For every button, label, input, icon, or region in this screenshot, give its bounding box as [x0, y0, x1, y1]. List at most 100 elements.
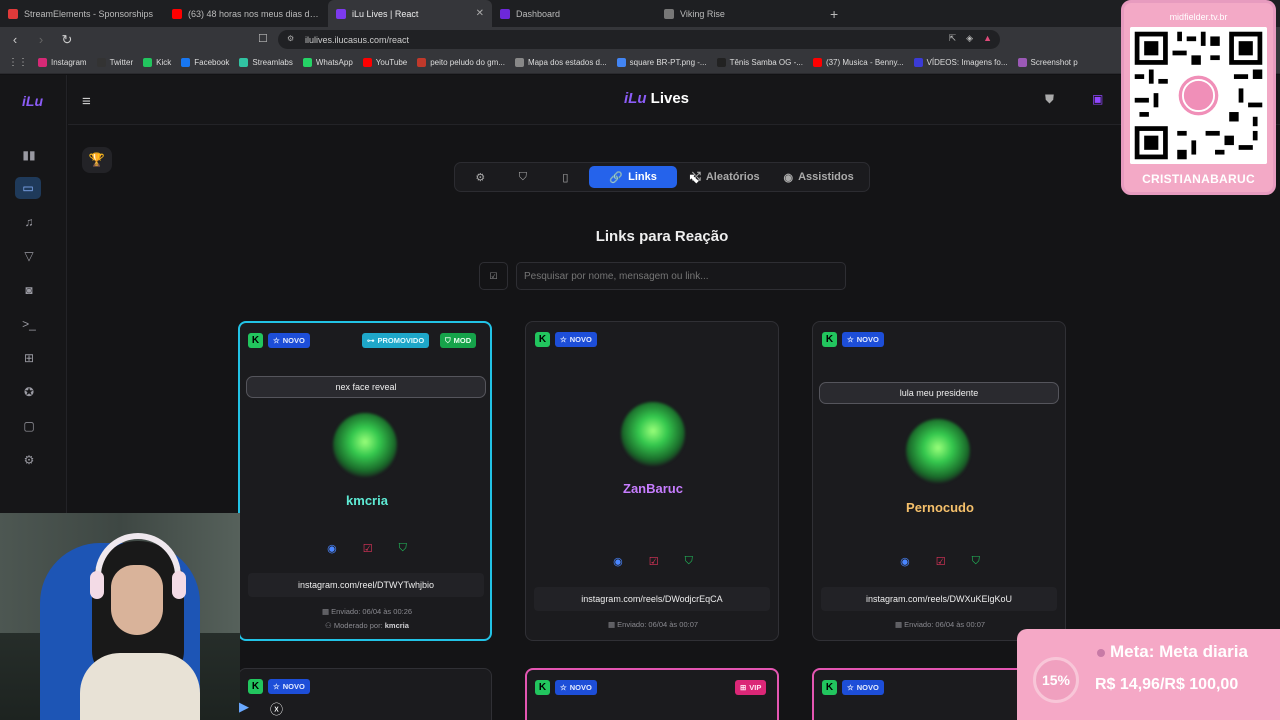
sidebar-filter-icon[interactable]: ▽	[17, 245, 41, 267]
select-all-button[interactable]: ☑	[479, 262, 508, 290]
sidebar-gift-icon[interactable]: ⊞	[17, 347, 41, 369]
bookmark-favicon-icon	[143, 58, 153, 67]
moderate-icon[interactable]: ⛉	[399, 542, 407, 555]
browser-tab[interactable]: Viking Rise	[656, 0, 820, 27]
sidebar-camera-icon[interactable]: ◙	[17, 279, 41, 301]
moderate-icon[interactable]: ⛉	[685, 555, 693, 568]
bookmark-favicon-icon	[181, 58, 191, 67]
link-card[interactable]: K ☆ NOVO ZanBaruc ◉ ☑ ⛉ instagram.com/ree…	[525, 321, 779, 641]
apps-icon[interactable]: ⋮⋮	[8, 57, 28, 68]
tab-favicon-icon	[336, 8, 346, 19]
donation-goal-overlay: 15% Meta: Meta diaria R$ 14,96/R$ 100,00	[1017, 629, 1280, 720]
twitch-icon[interactable]: ▣	[1092, 92, 1103, 106]
share-icon[interactable]: ⇱	[949, 33, 957, 44]
link-card[interactable]: K ☆ NOVO ⊶ PROMOVIDO ⛉ MOD nex face reveal …	[238, 321, 492, 641]
tab-title: iLu Lives | React	[352, 8, 419, 19]
back-icon[interactable]: ‹	[8, 32, 22, 47]
bookmark-label: (37) Musica - Benny...	[825, 58, 904, 67]
store-icon[interactable]: ▶	[239, 699, 249, 715]
card-link[interactable]: instagram.com/reel/DTWYTwhjbio	[248, 573, 484, 597]
link-card[interactable]: K ☆ NOVO lula meu presidente Pernocudo ◉ …	[812, 321, 1066, 641]
tab-device[interactable]: ▯	[546, 166, 585, 188]
sidebar-stats-icon[interactable]: ▮▮	[17, 144, 41, 166]
bookmark-item[interactable]: peito peludo do gm...	[417, 58, 505, 67]
search-input[interactable]	[516, 262, 846, 290]
tablet-icon: ▯	[562, 171, 569, 184]
sent-text: Enviado: 06/04 às 00:07	[617, 620, 699, 629]
tab-title: Dashboard	[516, 8, 561, 19]
bookmark-favicon-icon	[417, 58, 427, 67]
card-link[interactable]: instagram.com/reels/DWXuKElgKoU	[821, 587, 1057, 611]
bookmark-item[interactable]: Facebook	[181, 58, 229, 67]
watch-icon[interactable]: ◉	[613, 555, 623, 568]
sidebar-chat-icon[interactable]: ▢	[17, 415, 41, 437]
tab-settings[interactable]: ⚙	[461, 166, 500, 188]
novo-badge: ☆ NOVO	[842, 332, 884, 347]
browser-tab[interactable]: Dashboard	[492, 0, 656, 27]
bookmark-item[interactable]: Twitter	[96, 58, 133, 67]
card-actions: ◉ ☑ ⛉	[813, 555, 1065, 568]
bookmark-label: VÍDEOS: Imagens fo...	[926, 58, 1008, 67]
browser-tab-active[interactable]: iLu Lives | React ✕	[328, 0, 492, 27]
app-logo[interactable]: iLu	[22, 93, 43, 109]
sent-text: Enviado: 06/04 às 00:07	[904, 620, 986, 629]
trophy-button[interactable]: 🏆	[82, 147, 112, 173]
site-info-icon[interactable]: ⚙	[287, 34, 294, 43]
bookmarks-bar: ⋮⋮ Instagram Twitter Kick Facebook Strea…	[0, 52, 1280, 74]
browser-tab[interactable]: (63) 48 horas nos meus dias de folga	[164, 0, 328, 27]
xbox-icon[interactable]: ⓧ	[270, 699, 283, 718]
mark-checked-icon[interactable]: ☑	[363, 542, 373, 555]
close-tab-icon[interactable]: ✕	[476, 8, 484, 19]
mark-checked-icon[interactable]: ☑	[649, 555, 659, 568]
star-icon: ☆	[273, 682, 280, 691]
tab-assistidos[interactable]: ◉ Assistidos	[774, 166, 863, 188]
bookmark-item[interactable]: YouTube	[362, 58, 407, 67]
bookmark-icon[interactable]: ☐	[258, 32, 268, 45]
address-bar[interactable]: ⚙ ilulives.ilucasus.com/react ⇱ ◈ ▲	[278, 30, 1000, 49]
card-link[interactable]: instagram.com/reels/DWodjcrEqCA	[534, 587, 770, 611]
bookmark-item[interactable]: Screenshot p	[1017, 58, 1078, 67]
sent-text: Enviado: 06/04 às 00:26	[331, 607, 413, 616]
new-tab-button[interactable]: +	[820, 6, 848, 22]
moderate-icon[interactable]: ⛉	[972, 555, 980, 568]
watch-icon[interactable]: ◉	[327, 542, 337, 555]
novo-label: NOVO	[282, 682, 305, 691]
bookmark-item[interactable]: (37) Musica - Benny...	[812, 58, 904, 67]
app-topbar: ≡ iLu Lives ⛊ ▣	[68, 75, 1280, 125]
sidebar-award-icon[interactable]: ✪	[17, 381, 41, 403]
bookmark-favicon-icon	[1017, 58, 1027, 67]
bookmark-item[interactable]: Kick	[143, 58, 171, 67]
watch-icon[interactable]: ◉	[900, 555, 910, 568]
reload-icon[interactable]: ↻	[60, 32, 74, 48]
avatar	[621, 402, 685, 466]
sidebar-terminal-icon[interactable]: >_	[17, 313, 41, 335]
browser-tab[interactable]: StreamElements - Sponsorships	[0, 0, 164, 27]
bookmark-item[interactable]: Tênis Samba OG -...	[716, 58, 803, 67]
bookmark-item[interactable]: Mapa dos estados d...	[514, 58, 607, 67]
mark-checked-icon[interactable]: ☑	[936, 555, 946, 568]
bookmark-item[interactable]: Instagram	[38, 58, 87, 67]
bookmark-item[interactable]: square BR-PT.png -...	[616, 58, 707, 67]
link-card[interactable]: K ☆ NOVO ⊞ VIP	[525, 668, 779, 720]
webcam-body	[80, 653, 200, 720]
bookmark-favicon-icon	[616, 58, 626, 67]
bookmark-item[interactable]: Streamlabs	[239, 58, 293, 67]
shield-icon[interactable]: ◈	[966, 33, 973, 44]
mod-label: MOD	[453, 336, 472, 345]
menu-icon[interactable]: ≡	[82, 93, 91, 110]
tab-shield[interactable]: ⛉	[504, 166, 543, 188]
warning-icon[interactable]: ▲	[983, 33, 992, 44]
tab-favicon-icon	[500, 8, 510, 19]
sidebar-music-icon[interactable]: ♫	[17, 211, 41, 233]
sidebar-settings-icon[interactable]: ⚙	[17, 449, 41, 471]
forward-icon[interactable]: ›	[34, 32, 48, 47]
person-icon: ⚇	[325, 621, 332, 630]
bookmark-item[interactable]: WhatsApp	[302, 58, 353, 67]
tab-links-label: Links	[628, 171, 657, 183]
bookmark-item[interactable]: VÍDEOS: Imagens fo...	[913, 58, 1008, 67]
sidebar-react-icon[interactable]: ▭	[15, 177, 41, 199]
user-icon[interactable]: ⛊	[1045, 92, 1054, 107]
tab-title: Viking Rise	[680, 8, 725, 19]
kick-badge: K	[248, 333, 263, 348]
tab-links[interactable]: 🔗 Links	[588, 166, 678, 188]
